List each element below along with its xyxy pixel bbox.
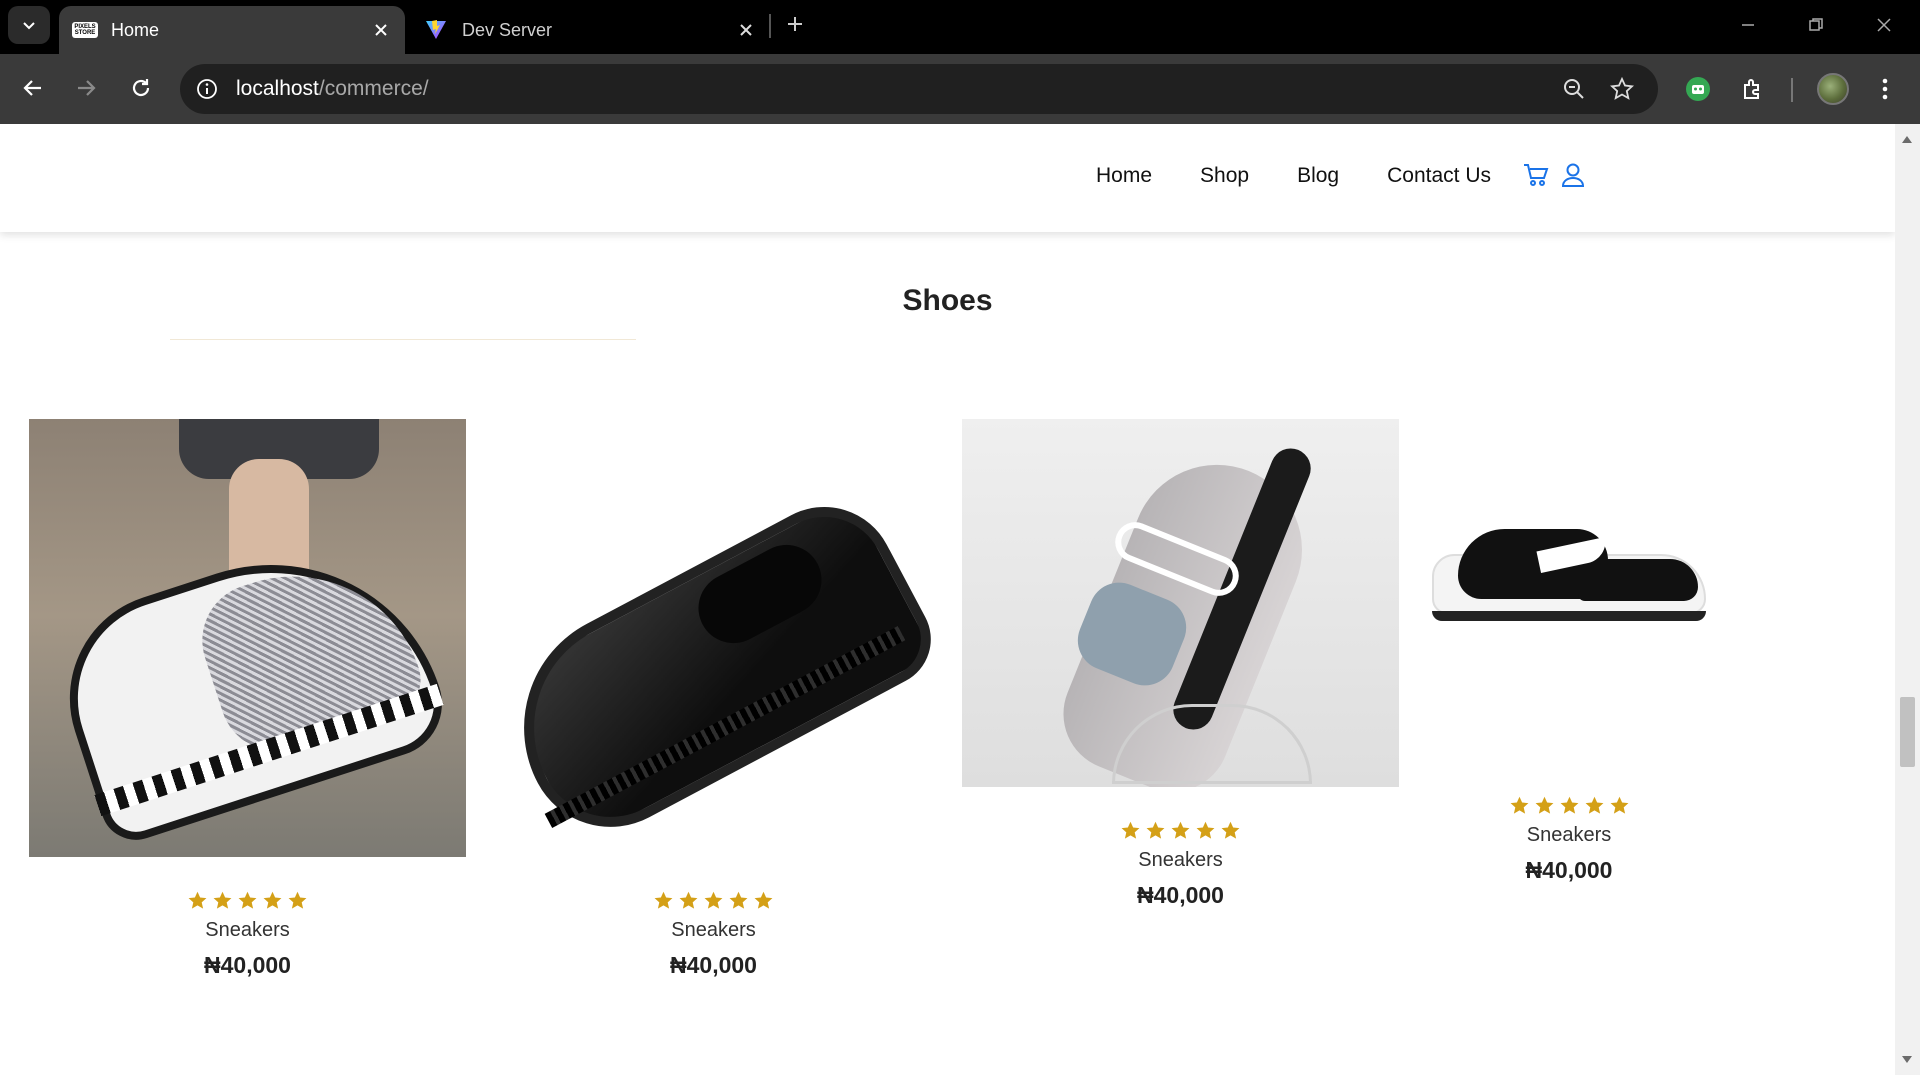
nav-link-contact[interactable]: Contact Us: [1387, 164, 1491, 188]
rating-stars: [29, 890, 466, 911]
close-icon[interactable]: [371, 20, 391, 40]
toolbar-separator: [1791, 78, 1793, 102]
page-viewport: Home Shop Blog Contact Us Shoes Sneakers…: [0, 124, 1895, 1075]
star-icon: [704, 891, 723, 909]
profile-avatar[interactable]: [1817, 73, 1849, 105]
product-name[interactable]: Sneakers: [962, 849, 1399, 872]
tab-title: Home: [111, 19, 160, 40]
product-price: ₦40,000: [1137, 882, 1224, 908]
main-nav: Home Shop Blog Contact Us: [1096, 164, 1539, 188]
reload-button[interactable]: [121, 68, 161, 108]
product-price: ₦40,000: [670, 952, 757, 978]
menu-kebab-icon[interactable]: [1865, 69, 1905, 109]
arrow-right-icon: [78, 80, 96, 96]
star-icon: [1196, 821, 1215, 839]
star-icon: [213, 891, 232, 909]
star-icon: [1610, 796, 1628, 814]
close-window-button[interactable]: [1864, 8, 1904, 42]
star-icon: [1171, 821, 1190, 839]
product-price: ₦40,000: [1525, 857, 1613, 883]
product-name[interactable]: Sneakers: [1428, 824, 1710, 847]
browser-toolbar: localhost/commerce/: [0, 54, 1920, 124]
star-icon: [188, 891, 207, 909]
tab-title: Dev Server: [462, 19, 553, 40]
product-price: ₦40,000: [204, 952, 291, 978]
star-icon: [1146, 821, 1165, 839]
product-image[interactable]: [495, 419, 932, 857]
new-tab-button[interactable]: [780, 9, 810, 39]
star-icon: [238, 891, 257, 909]
user-icon[interactable]: [1561, 162, 1585, 193]
header-icons: [1523, 162, 1585, 193]
star-icon: [1121, 821, 1140, 839]
arrow-left-icon: [23, 80, 41, 96]
title-divider: [170, 339, 636, 340]
product-name[interactable]: Sneakers: [29, 919, 466, 942]
section-title: Shoes: [902, 284, 993, 317]
star-icon: [1585, 796, 1603, 814]
star-icon: [654, 891, 673, 909]
address-bar[interactable]: localhost/commerce/: [180, 64, 1658, 114]
plus-icon: [788, 17, 802, 31]
rating-stars: [962, 820, 1399, 841]
scroll-down-arrow-icon[interactable]: [1902, 1056, 1912, 1063]
tab-separator: [769, 14, 771, 38]
product-image[interactable]: [962, 419, 1399, 787]
reload-icon: [132, 79, 150, 97]
tab-home[interactable]: PIXELS STORE Home: [59, 6, 405, 54]
minimize-icon: [1742, 24, 1754, 26]
minimize-button[interactable]: [1728, 8, 1768, 42]
restore-icon: [1809, 18, 1823, 31]
product-name[interactable]: Sneakers: [495, 919, 932, 942]
close-icon[interactable]: [736, 20, 756, 40]
restore-button[interactable]: [1796, 8, 1836, 42]
nav-link-shop[interactable]: Shop: [1200, 164, 1249, 188]
rating-stars: [1428, 795, 1710, 816]
bookmark-star-icon[interactable]: [1608, 75, 1636, 103]
star-icon: [1535, 796, 1553, 814]
product-card[interactable]: Sneakers ₦40,000: [1428, 419, 1710, 884]
product-image[interactable]: [1428, 419, 1710, 795]
star-icon: [679, 891, 698, 909]
extension-robot-icon[interactable]: [1678, 69, 1718, 109]
cart-icon[interactable]: [1523, 162, 1549, 193]
browser-tabstrip: PIXELS STORE Home Dev Server: [0, 0, 1920, 54]
site-info-icon[interactable]: [194, 76, 220, 102]
product-card[interactable]: Sneakers ₦40,000: [495, 419, 932, 979]
scroll-up-arrow-icon[interactable]: [1902, 136, 1912, 143]
chevron-down-icon: [23, 22, 35, 30]
star-icon: [288, 891, 307, 909]
tab-search-button[interactable]: [8, 6, 50, 44]
star-icon: [263, 891, 282, 909]
product-card[interactable]: Sneakers ₦40,000: [962, 419, 1399, 909]
rating-stars: [495, 890, 932, 911]
star-icon: [1560, 796, 1578, 814]
page-scrollbar[interactable]: [1895, 124, 1920, 1075]
zoom-icon[interactable]: [1560, 75, 1588, 103]
url-text[interactable]: localhost/commerce/: [236, 77, 429, 101]
close-icon: [1877, 18, 1891, 32]
star-icon: [754, 891, 773, 909]
star-icon: [1510, 796, 1528, 814]
scrollbar-thumb[interactable]: [1900, 697, 1915, 767]
extensions-puzzle-icon[interactable]: [1733, 69, 1773, 109]
nav-link-blog[interactable]: Blog: [1297, 164, 1339, 188]
star-icon: [729, 891, 748, 909]
back-button[interactable]: [13, 68, 53, 108]
star-icon: [1221, 821, 1240, 839]
product-card[interactable]: Sneakers ₦40,000: [29, 419, 466, 979]
forward-button[interactable]: [66, 68, 106, 108]
vite-logo-icon: [424, 18, 448, 42]
site-header: Home Shop Blog Contact Us: [0, 124, 1895, 232]
store-favicon-icon: PIXELS STORE: [72, 22, 98, 38]
tab-dev-server[interactable]: Dev Server: [410, 6, 770, 54]
product-image[interactable]: [29, 419, 466, 857]
nav-link-home[interactable]: Home: [1096, 164, 1152, 188]
